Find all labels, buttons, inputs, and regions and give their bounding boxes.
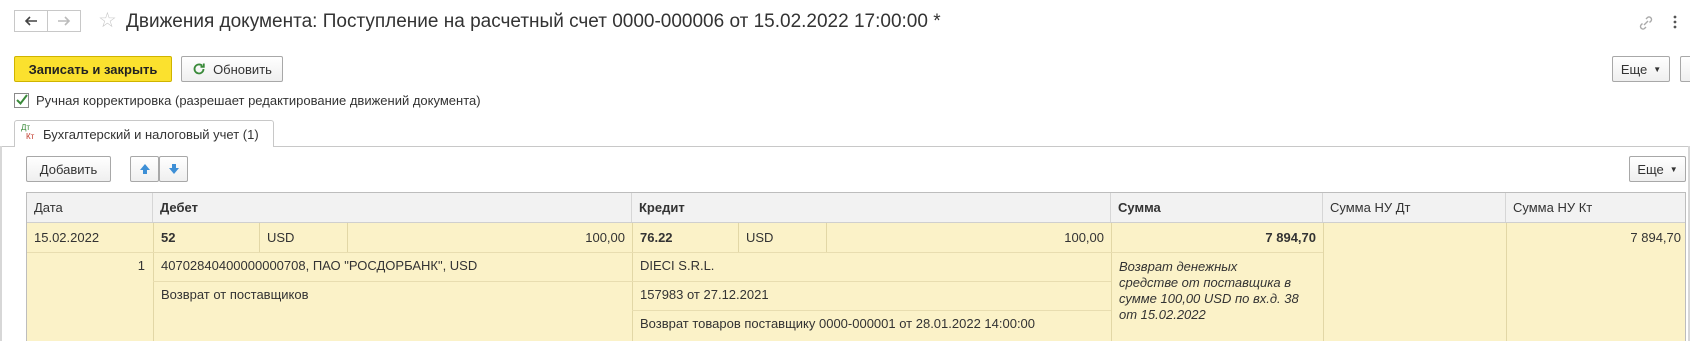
table-more-label: Еще — [1637, 161, 1664, 177]
cell-debit-subconto-2: Возврат от поставщиков — [161, 287, 309, 302]
extra-toolbar-button[interactable] — [1680, 56, 1690, 82]
subcol-sep — [259, 223, 260, 252]
arrow-down-icon — [168, 164, 179, 174]
col-sep — [153, 223, 154, 341]
cell-debit-subconto-1: 40702840400000000708, ПАО "РОСДОРБАНК", … — [161, 258, 478, 273]
move-down-button[interactable] — [159, 156, 188, 182]
subcol-sep — [738, 223, 739, 252]
link-icon[interactable] — [1637, 14, 1655, 35]
add-row-button[interactable]: Добавить — [26, 156, 111, 182]
manual-correction-label: Ручная корректировка (разрешает редактир… — [36, 93, 481, 108]
row-sep — [632, 310, 1111, 311]
cell-credit-currency: USD — [746, 230, 774, 245]
cell-line-number: 1 — [137, 258, 145, 273]
cell-debit-currency: USD — [267, 230, 295, 245]
refresh-button[interactable]: Обновить — [181, 56, 283, 82]
row-sep — [153, 281, 1111, 282]
table-dropdown-arrow-icon: ▼ — [1669, 164, 1678, 174]
cell-date: 15.02.2022 — [34, 230, 100, 245]
panel-left-border — [0, 146, 2, 341]
arrow-left-icon — [24, 16, 37, 26]
checkmark-icon — [16, 94, 28, 106]
cell-sum-nu-kt: 7 894,70 — [1630, 230, 1681, 245]
dt-kt-icon: Дт Кт — [21, 123, 34, 141]
dt-kt-icon-top: Дт — [21, 123, 31, 132]
refresh-icon — [193, 63, 205, 75]
active-tab-gap — [15, 146, 273, 147]
dt-kt-icon-bottom: Кт — [26, 132, 35, 141]
cell-credit-subconto-2: 157983 от 27.12.2021 — [640, 287, 769, 302]
arrow-up-icon — [139, 164, 150, 174]
table-more-menu-button[interactable]: Еще ▼ — [1629, 156, 1686, 182]
cell-sum-comment: Возврат денежных средстве от поставщика … — [1119, 259, 1299, 322]
cell-credit-subconto-1: DIECI S.R.L. — [640, 258, 715, 273]
dropdown-arrow-icon: ▼ — [1653, 64, 1662, 74]
column-header-sum[interactable]: Сумма — [1111, 193, 1323, 222]
back-button[interactable] — [14, 10, 48, 32]
cell-credit-amount: 100,00 — [1064, 230, 1104, 245]
column-header-sum-nu-kt[interactable]: Сумма НУ Кт — [1506, 193, 1685, 222]
move-up-button[interactable] — [130, 156, 159, 182]
tab-accounting-label: Бухгалтерский и налоговый учет (1) — [43, 127, 259, 142]
more-vertical-icon[interactable] — [1673, 14, 1677, 33]
arrow-right-icon — [58, 16, 71, 26]
more-menu-button[interactable]: Еще ▼ — [1612, 56, 1670, 82]
more-label: Еще — [1620, 61, 1648, 77]
cell-debit-account: 52 — [161, 230, 176, 245]
column-header-date[interactable]: Дата — [27, 193, 153, 222]
column-header-credit[interactable]: Кредит — [632, 193, 1111, 222]
entries-table[interactable]: Дата Дебет Кредит Сумма Сумма НУ Дт Сумм… — [26, 192, 1686, 341]
tab-accounting[interactable]: Дт Кт Бухгалтерский и налоговый учет (1) — [14, 120, 274, 147]
cell-debit-amount: 100,00 — [585, 230, 625, 245]
favorite-star-icon[interactable]: ☆ — [98, 10, 117, 32]
cell-sum: 7 894,70 — [1265, 230, 1316, 245]
page-title: Движения документа: Поступление на расче… — [126, 11, 941, 32]
save-and-close-button[interactable]: Записать и закрыть — [14, 56, 172, 82]
column-header-sum-nu-dt[interactable]: Сумма НУ Дт — [1323, 193, 1506, 222]
cell-credit-subconto-3: Возврат товаров поставщику 0000-000001 о… — [640, 316, 1036, 331]
row-sep — [27, 252, 1323, 253]
manual-correction-checkbox[interactable] — [14, 93, 29, 108]
table-header: Дата Дебет Кредит Сумма Сумма НУ Дт Сумм… — [27, 193, 1685, 223]
forward-button[interactable] — [47, 10, 81, 32]
refresh-label: Обновить — [213, 61, 272, 77]
cell-credit-account: 76.22 — [640, 230, 673, 245]
column-header-debit[interactable]: Дебет — [153, 193, 632, 222]
table-row[interactable]: 15.02.2022 52 USD 100,00 76.22 USD 100,0… — [27, 223, 1685, 341]
col-sep — [1323, 223, 1324, 341]
col-sep — [632, 223, 633, 341]
